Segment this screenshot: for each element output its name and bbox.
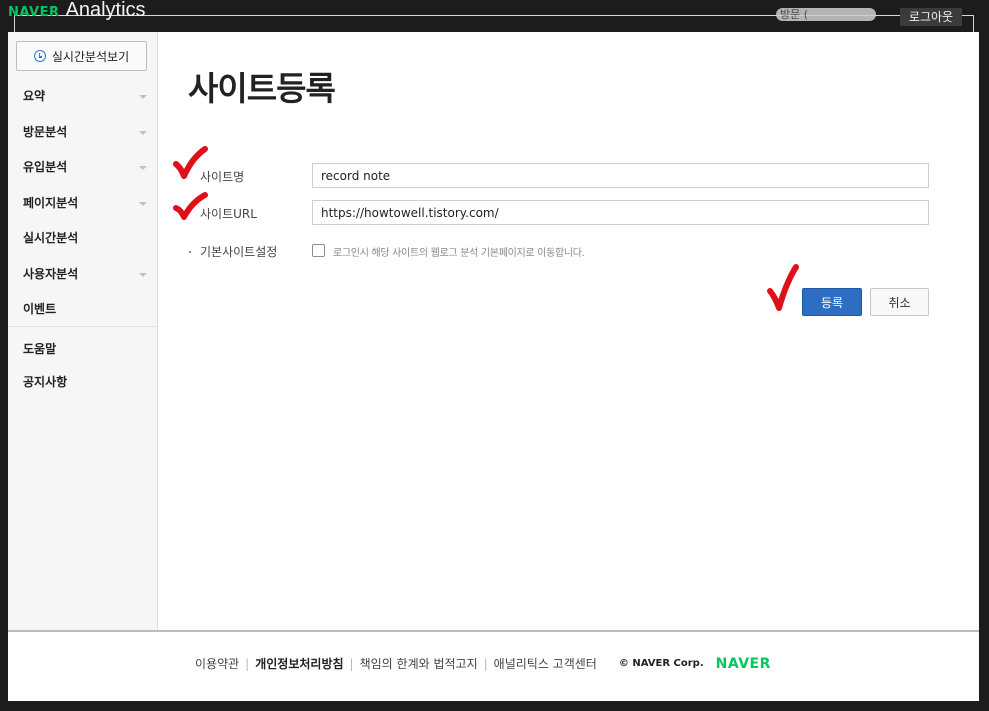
sidebar-item-notice[interactable]: 공지사항	[8, 364, 157, 401]
sidebar-item-user-analysis[interactable]: 사용자분석	[8, 257, 157, 293]
chevron-down-icon	[139, 95, 147, 99]
sidebar-item-label: 이벤트	[23, 302, 57, 316]
site-url-label: 사이트URL	[200, 207, 257, 221]
default-site-description: 로그인시 해당 사이트의 웹로그 분석 기본페이지로 이동합니다.	[333, 248, 585, 259]
sidebar-item-summary[interactable]: 요약	[8, 79, 157, 115]
sidebar-menu: 요약 방문분석 유입분석 페이지분석 실시간분석 사용자분석 이벤트	[8, 79, 157, 328]
default-site-checkbox[interactable]	[312, 244, 325, 257]
footer-link-support[interactable]: 애널리틱스 고객센터	[494, 655, 597, 672]
page-content: 실시간분석보기 요약 방문분석 유입분석 페이지분석 실시간분석 사용자분석 이…	[8, 32, 979, 701]
sidebar-item-label: 방문분석	[23, 124, 68, 139]
chevron-down-icon	[139, 130, 147, 135]
sidebar-item-visit-analysis[interactable]: 방문분석	[8, 115, 157, 151]
chevron-down-icon	[139, 166, 147, 170]
footer-separator: |	[245, 656, 250, 671]
sidebar-item-label: 페이지분석	[23, 195, 79, 210]
sidebar-item-help[interactable]: 도움말	[8, 327, 157, 364]
realtime-analysis-button[interactable]: 실시간분석보기	[16, 41, 147, 71]
footer-link-terms[interactable]: 이용약관	[195, 655, 239, 672]
brand-logo[interactable]: NAVER Analytics	[8, 0, 146, 22]
brand-naver: NAVER	[8, 5, 60, 20]
sidebar-item-label: 사용자분석	[23, 266, 79, 281]
naver-logo[interactable]: NAVER	[716, 656, 771, 672]
sidebar-item-realtime-analysis[interactable]: 실시간분석	[8, 221, 157, 257]
frame-border-line-right	[973, 15, 974, 32]
window-frame-bottom	[0, 701, 989, 711]
footer-link-disclaimer[interactable]: 책임의 한계와 법적고지	[360, 655, 478, 672]
sidebar-item-page-analysis[interactable]: 페이지분석	[8, 186, 157, 222]
bullet-icon	[189, 251, 191, 253]
brand-analytics: Analytics	[65, 0, 146, 21]
sidebar-item-label: 요약	[23, 89, 46, 103]
main-panel: 사이트등록 사이트명 사이트URL 기본사이트설정 로그인시 해당 사이트의 웹…	[158, 32, 979, 630]
cancel-button[interactable]: 취소	[870, 288, 929, 316]
site-name-input[interactable]	[312, 163, 929, 188]
chevron-down-icon	[139, 272, 147, 277]
page-title: 사이트등록	[188, 69, 336, 108]
sidebar-item-label: 도움말	[23, 342, 57, 356]
sidebar-item-label: 유입분석	[23, 160, 68, 174]
user-info: 방문 (	[776, 8, 876, 21]
logout-button[interactable]: 로그아웃	[900, 8, 962, 26]
site-url-input[interactable]	[312, 200, 929, 225]
copyright: © NAVER Corp.	[618, 658, 704, 669]
sidebar-item-label: 실시간분석	[23, 231, 79, 245]
chevron-down-icon	[139, 201, 147, 206]
footer-divider	[8, 630, 979, 632]
sidebar-help-menu: 도움말 공지사항	[8, 326, 157, 401]
window-frame-left	[0, 0, 8, 711]
sidebar-item-event[interactable]: 이벤트	[8, 292, 157, 328]
footer-separator: |	[483, 656, 488, 671]
footer: 이용약관 | 개인정보처리방침 | 책임의 한계와 법적고지 | 애널리틱스 고…	[195, 655, 771, 672]
sidebar-item-inflow-analysis[interactable]: 유입분석	[8, 150, 157, 186]
realtime-analysis-label: 실시간분석보기	[51, 49, 130, 64]
site-name-label: 사이트명	[200, 170, 245, 184]
footer-link-privacy[interactable]: 개인정보처리방침	[255, 655, 343, 672]
clock-icon	[33, 50, 46, 62]
window-frame-right	[979, 0, 989, 711]
sidebar: 실시간분석보기 요약 방문분석 유입분석 페이지분석 실시간분석 사용자분석 이…	[8, 32, 158, 630]
annotation-check-icon	[767, 264, 799, 311]
default-site-label: 기본사이트설정	[200, 245, 278, 259]
sidebar-item-label: 공지사항	[23, 375, 68, 389]
register-button[interactable]: 등록	[802, 288, 862, 316]
footer-separator: |	[349, 656, 354, 671]
